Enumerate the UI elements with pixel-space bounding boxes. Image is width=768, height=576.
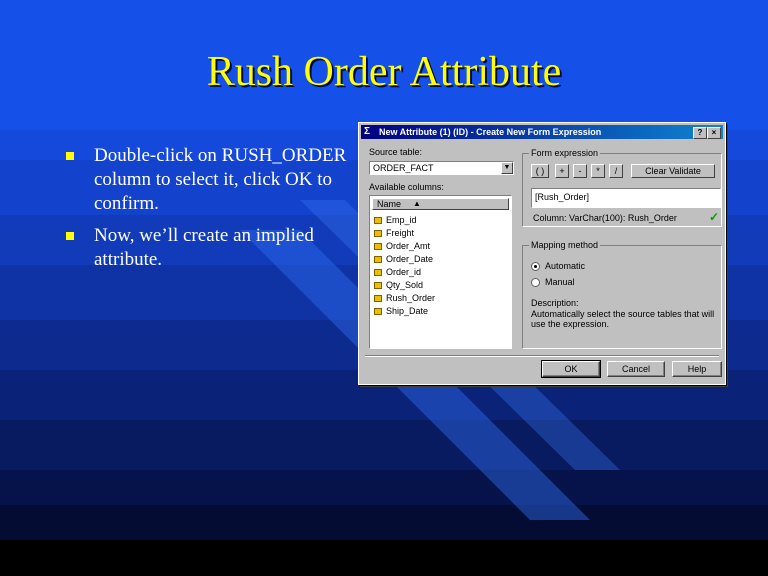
column-name: Ship_Date xyxy=(386,306,429,316)
dialog-title: New Attribute (1) (ID) - Create New Form… xyxy=(379,127,602,137)
close-button[interactable]: × xyxy=(707,127,721,139)
parentheses-button[interactable]: ( ) xyxy=(531,164,549,178)
list-item[interactable]: Order_Amt xyxy=(374,240,435,253)
list-item[interactable]: Rush_Order xyxy=(374,292,435,305)
list-item[interactable]: Order_Date xyxy=(374,253,435,266)
ok-button[interactable]: OK xyxy=(541,360,601,378)
multiply-button[interactable]: * xyxy=(591,164,605,178)
description-text: Automatically select the source tables t… xyxy=(531,309,715,329)
cancel-button[interactable]: Cancel xyxy=(607,361,665,377)
attribute-key-icon xyxy=(374,295,382,302)
source-table-select[interactable]: ORDER_FACT ▼ xyxy=(369,161,514,175)
expression-status: Column: VarChar(100): Rush_Order xyxy=(533,213,677,223)
attribute-key-icon xyxy=(374,243,382,250)
new-attribute-dialog: Σ New Attribute (1) (ID) - Create New Fo… xyxy=(358,122,726,385)
help-button[interactable]: Help xyxy=(672,361,722,377)
column-name: Order_Date xyxy=(386,254,434,264)
manual-label: Manual xyxy=(545,277,575,287)
automatic-radio[interactable] xyxy=(531,262,540,271)
attribute-key-icon xyxy=(374,256,382,263)
available-columns-label: Available columns: xyxy=(369,182,444,192)
dialog-titlebar[interactable]: Σ New Attribute (1) (ID) - Create New Fo… xyxy=(361,125,723,139)
column-name: Order_Amt xyxy=(386,241,431,251)
clear-validate-button[interactable]: Clear Validate xyxy=(631,164,715,178)
minus-button[interactable]: - xyxy=(573,164,587,178)
column-name: Order_id xyxy=(386,267,422,277)
column-name: Rush_Order xyxy=(386,293,436,303)
dialog-separator xyxy=(365,355,719,357)
help-title-button[interactable]: ? xyxy=(693,127,707,139)
column-name: Qty_Sold xyxy=(386,280,424,290)
slide-title: Rush Order Attribute xyxy=(206,49,562,95)
automatic-label: Automatic xyxy=(545,261,586,271)
manual-radio[interactable] xyxy=(531,278,540,287)
bullet-text: Double-click on RUSH_ORDER column to sel… xyxy=(94,145,347,214)
bullet-list: Double-click on RUSH_ORDER column to sel… xyxy=(64,144,354,280)
attribute-key-icon xyxy=(374,308,382,315)
list-item[interactable]: Qty_Sold xyxy=(374,279,435,292)
form-expression-label: Form expression xyxy=(529,148,601,158)
bullet-square-icon xyxy=(66,152,74,160)
attribute-key-icon xyxy=(374,282,382,289)
attribute-key-icon xyxy=(374,217,382,224)
plus-button[interactable]: + xyxy=(555,164,569,178)
mapping-method-group: Mapping method Automatic Manual Descript… xyxy=(522,240,722,349)
list-item[interactable]: Order_id xyxy=(374,266,435,279)
chevron-down-icon[interactable]: ▼ xyxy=(501,162,513,174)
mapping-method-label: Mapping method xyxy=(529,240,601,250)
column-name: Freight xyxy=(386,228,415,238)
divide-button[interactable]: / xyxy=(609,164,623,178)
column-name: Emp_id xyxy=(386,215,417,225)
sort-ascending-icon: ▲ xyxy=(413,199,421,208)
description-label: Description: xyxy=(531,298,579,308)
checkmark-icon: ✓ xyxy=(709,210,720,224)
attribute-key-icon xyxy=(374,230,382,237)
list-item[interactable]: Freight xyxy=(374,227,435,240)
bullet-item: Now, we’ll create an implied attribute. xyxy=(64,224,354,272)
source-table-value: ORDER_FACT xyxy=(373,163,434,173)
sigma-icon: Σ xyxy=(364,126,371,137)
bullet-item: Double-click on RUSH_ORDER column to sel… xyxy=(64,144,354,216)
column-header-name[interactable]: Name ▲ xyxy=(372,198,509,210)
expression-input[interactable]: [Rush_Order] xyxy=(531,188,721,208)
available-columns-list[interactable]: Name ▲ Emp_id Freight Order_Amt Order_Da… xyxy=(369,195,512,349)
attribute-key-icon xyxy=(374,269,382,276)
bullet-text: Now, we’ll create an implied attribute. xyxy=(94,225,314,270)
list-item[interactable]: Ship_Date xyxy=(374,305,435,318)
list-item[interactable]: Emp_id xyxy=(374,214,435,227)
source-table-label: Source table: xyxy=(369,147,423,157)
bullet-square-icon xyxy=(66,232,74,240)
column-header-label: Name xyxy=(377,199,402,209)
form-expression-group: Form expression ( ) + - * / Clear Valida… xyxy=(522,148,722,227)
